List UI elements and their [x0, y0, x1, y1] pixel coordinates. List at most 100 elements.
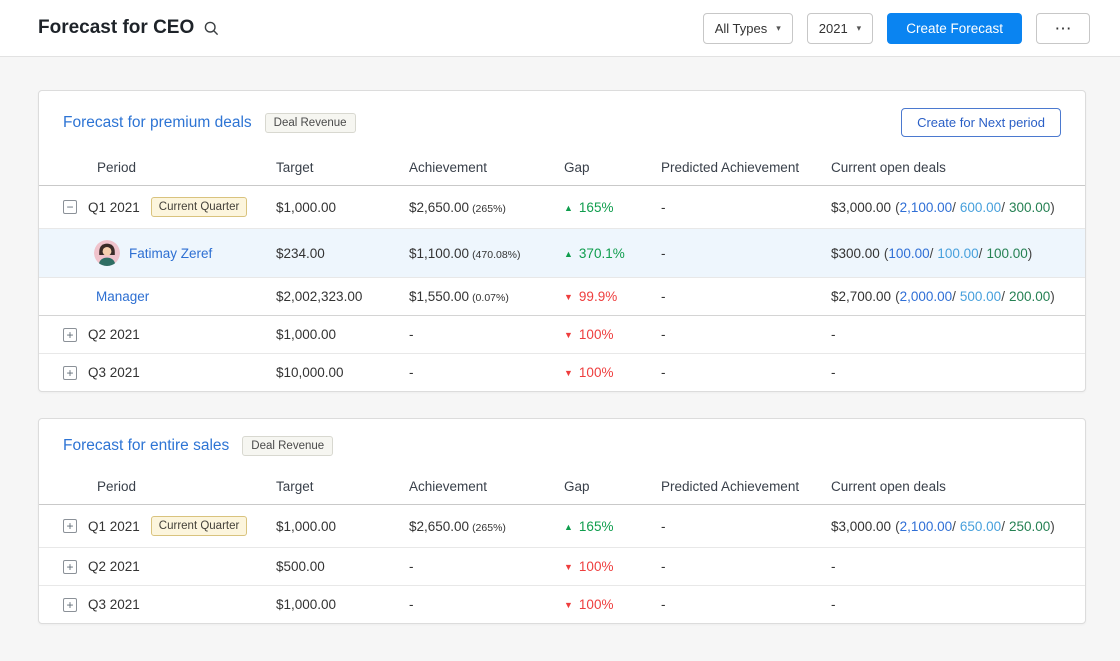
gap-value: ▼ 100%	[564, 559, 614, 574]
user-link[interactable]: Manager	[96, 289, 149, 304]
achievement-value: -	[409, 547, 564, 586]
open-deals-part-2: 650.00	[959, 518, 1002, 534]
user-link[interactable]: Fatimay Zeref	[129, 246, 212, 261]
card-header: Forecast for entire sales Deal Revenue	[39, 419, 1085, 469]
achievement-cell: $2,650.00 (265%)	[409, 504, 564, 548]
table-row-user: Manager $2,002,323.00 $1,550.00 (0.07%) ▼…	[39, 277, 1085, 316]
avatar	[94, 240, 120, 266]
gap-value: ▼ 100%	[564, 597, 614, 612]
expand-row-toggle[interactable]: +	[63, 559, 77, 574]
target-value: $2,002,323.00	[276, 277, 409, 316]
deal-revenue-badge: Deal Revenue	[264, 112, 356, 133]
gap-cell: ▼ 99.9%	[564, 277, 661, 316]
open-deals-part-3: 300.00	[1008, 199, 1051, 215]
achievement-percent: (470.08%)	[472, 248, 521, 261]
predicted-achievement-value: -	[661, 228, 831, 278]
table-row-user: Fatimay Zeref $234.00 $1,100.00 (470.08%)…	[39, 228, 1085, 278]
topbar-controls: All Types ▾ 2021 ▾ Create Forecast ⋯	[702, 12, 1090, 44]
open-deals-part-1: 2,000.00	[899, 289, 953, 304]
gap-value: ▲ 165%	[564, 199, 614, 215]
period-label: Q2 2021	[88, 559, 140, 574]
arrow-up-icon: ▲	[564, 248, 573, 259]
expand-row-toggle[interactable]: +	[63, 597, 77, 612]
table-row: + Q3 2021 $10,000.00 - ▼ 100% - -	[39, 354, 1085, 392]
achievement-cell: $2,650.00 (265%)	[409, 185, 564, 229]
year-filter-label: 2021	[818, 20, 848, 36]
period-label: Q3 2021	[88, 365, 140, 380]
open-deals-total: $3,000.00	[831, 199, 892, 215]
table-row: + Q2 2021 $1,000.00 - ▼ 100% - -	[39, 315, 1085, 354]
predicted-achievement-value: -	[661, 504, 831, 548]
column-header-gap: Gap	[564, 469, 661, 505]
deal-revenue-badge: Deal Revenue	[242, 436, 334, 456]
search-icon[interactable]	[203, 20, 220, 37]
expand-row-toggle[interactable]: +	[63, 327, 77, 342]
target-value: $10,000.00	[276, 365, 344, 380]
year-filter-dropdown[interactable]: 2021 ▾	[806, 12, 874, 44]
table-header-row: Period Target Achievement Gap Predicted …	[39, 150, 1085, 186]
gap-value: ▼ 100%	[564, 365, 614, 380]
open-deals-part-2: 500.00	[959, 289, 1002, 304]
gap-cell: ▼ 100%	[564, 547, 661, 586]
column-header-achievement: Achievement	[409, 469, 564, 505]
card-header: Forecast for premium deals Deal Revenue …	[39, 91, 1085, 150]
forecast-table: Period Target Achievement Gap Predicted …	[39, 469, 1085, 623]
chevron-down-icon: ▾	[856, 22, 862, 33]
open-deals-total: $2,700.00	[831, 289, 892, 304]
column-header-achievement: Achievement	[409, 150, 564, 186]
arrow-up-icon: ▲	[564, 202, 573, 213]
chevron-down-icon: ▾	[776, 22, 781, 33]
predicted-achievement-value: -	[661, 365, 666, 380]
period-label: Q2 2021	[88, 327, 140, 342]
open-deals-value: -	[831, 315, 1085, 354]
create-forecast-button[interactable]: Create Forecast	[887, 12, 1022, 44]
open-deals-value: -	[831, 597, 836, 612]
expand-row-toggle[interactable]: +	[63, 365, 77, 380]
table-row: − Q1 2021 Current Quarter $1,000.00 $2,6…	[39, 185, 1085, 229]
gap-cell: ▼ 100%	[564, 586, 661, 624]
gap-value: ▼ 100%	[564, 327, 614, 342]
gap-cell: ▲ 165%	[564, 504, 661, 548]
achievement-percent: (0.07%)	[472, 292, 509, 304]
predicted-achievement-value: -	[661, 185, 831, 229]
table-row: + Q2 2021 $500.00 - ▼ 100% - -	[39, 547, 1085, 586]
column-header-open-deals: Current open deals	[831, 469, 1085, 505]
create-next-period-button[interactable]: Create for Next period	[901, 108, 1061, 137]
open-deals-cell: $3,000.00 (2,100.00/650.00/250.00)	[831, 504, 1085, 548]
predicted-achievement-value: -	[661, 315, 831, 354]
open-deals-value: -	[831, 547, 1085, 586]
predicted-achievement-value: -	[661, 277, 831, 316]
expand-row-toggle[interactable]: +	[63, 519, 77, 533]
open-deals-part-2: 600.00	[959, 199, 1002, 215]
period-label: Q3 2021	[88, 597, 140, 612]
achievement-value: $2,650.00	[409, 199, 470, 215]
type-filter-label: All Types	[714, 20, 768, 36]
column-header-gap: Gap	[564, 150, 661, 186]
more-options-button[interactable]: ⋯	[1036, 12, 1090, 44]
target-value: $500.00	[276, 547, 409, 586]
gap-value: ▲ 370.1%	[564, 245, 625, 261]
target-value: $1,000.00	[276, 597, 337, 612]
open-deals-part-1: 2,100.00	[899, 518, 953, 534]
top-bar: Forecast for CEO All Types ▾ 2021 ▾ Crea…	[0, 0, 1120, 57]
gap-cell: ▼ 100%	[564, 315, 661, 354]
gap-value: ▲ 165%	[564, 518, 614, 534]
open-deals-cell: $300.00 (100.00/100.00/100.00)	[831, 228, 1085, 278]
arrow-down-icon: ▼	[564, 562, 573, 572]
achievement-value: -	[409, 365, 414, 380]
achievement-value: $2,650.00	[409, 518, 470, 534]
current-quarter-badge: Current Quarter	[150, 516, 248, 536]
column-header-target: Target	[276, 469, 409, 505]
arrow-down-icon: ▼	[564, 330, 573, 340]
collapse-row-toggle[interactable]: −	[63, 200, 77, 214]
arrow-down-icon: ▼	[564, 368, 573, 378]
gap-cell: ▲ 165%	[564, 185, 661, 229]
achievement-value: $1,100.00	[409, 245, 470, 261]
arrow-up-icon: ▲	[564, 521, 573, 532]
table-header-row: Period Target Achievement Gap Predicted …	[39, 469, 1085, 505]
achievement-cell: $1,550.00 (0.07%)	[409, 277, 564, 316]
type-filter-dropdown[interactable]: All Types ▾	[702, 12, 793, 44]
column-header-predicted: Predicted Achievement	[661, 469, 831, 505]
open-deals-value: -	[831, 365, 836, 380]
open-deals-total: $300.00	[831, 245, 880, 261]
